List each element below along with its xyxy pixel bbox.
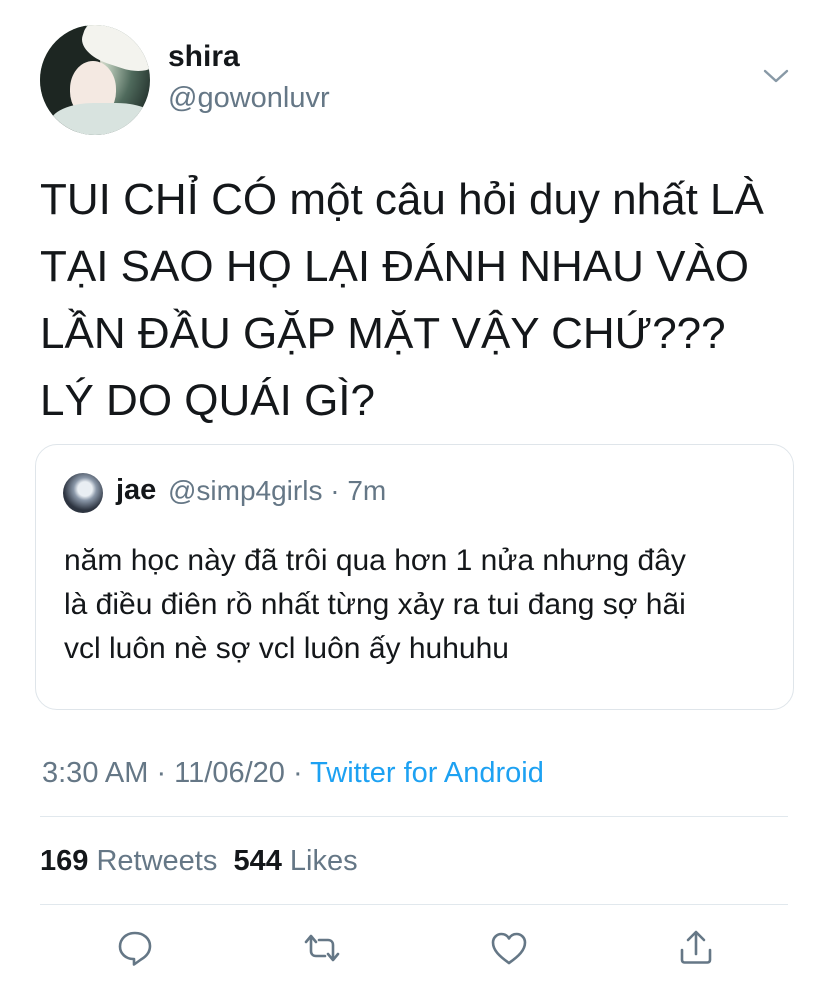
tweet-time: 3:30 AM · 11/06/20 · [42, 757, 311, 789]
quoted-tweet-text: năm học này đã trôi qua hơn 1 nửa nhưng … [64, 544, 686, 665]
tweet-text: TUI CHỈ CÓ một câu hỏi duy nhất LÀ TẠI S… [40, 175, 764, 425]
tweet-timestamp: 3:30 AM · 11/06/20 · Twitter for Android [42, 757, 544, 790]
retweets-stat[interactable]: 169 Retweets [40, 845, 217, 877]
quoted-tweet[interactable]: jae @simp4girls · 7m năm học này đã trôi… [35, 444, 794, 710]
retweets-count: 169 [40, 845, 89, 877]
likes-label: Likes [289, 845, 358, 877]
tweet-source-link[interactable]: Twitter for Android [310, 757, 544, 789]
likes-stat[interactable]: 544 Likes [233, 845, 357, 877]
chevron-down-icon[interactable] [762, 66, 790, 86]
author-avatar[interactable] [40, 25, 150, 135]
share-icon[interactable] [676, 928, 716, 968]
avatar-cloth [50, 103, 150, 135]
likes-count: 544 [233, 845, 282, 877]
engagement-stats: 169 Retweets 544 Likes [40, 845, 358, 878]
quoted-author-meta: @simp4girls · 7m [168, 475, 387, 506]
retweet-icon[interactable] [302, 928, 342, 968]
quoted-author-name: jae [116, 474, 157, 506]
quoted-author-avatar [63, 473, 103, 513]
divider [40, 904, 788, 905]
heart-icon[interactable] [489, 928, 529, 968]
author-display-name[interactable]: shira [168, 40, 240, 74]
reply-icon[interactable] [115, 928, 155, 968]
retweets-label: Retweets [96, 845, 218, 877]
divider [40, 816, 788, 817]
author-handle[interactable]: @gowonluvr [168, 82, 330, 115]
